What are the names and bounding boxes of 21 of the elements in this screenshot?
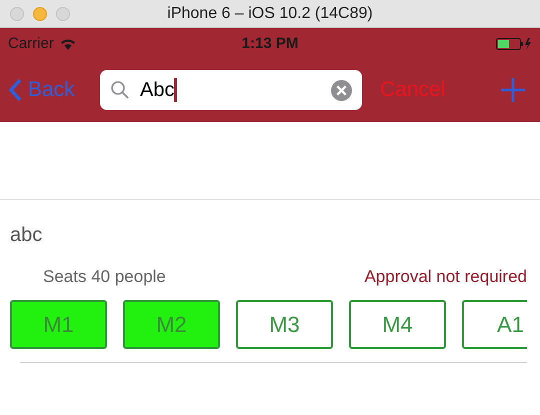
add-icon[interactable] bbox=[500, 77, 526, 103]
zoom-icon[interactable] bbox=[56, 6, 70, 20]
minimize-icon[interactable] bbox=[33, 6, 47, 20]
time-slot-button[interactable]: A1 bbox=[462, 300, 527, 348]
chevron-left-icon bbox=[8, 78, 22, 102]
status-time: 1:13 PM bbox=[242, 34, 298, 54]
time-slot-button[interactable]: M1 bbox=[10, 300, 107, 348]
battery-icon bbox=[496, 37, 532, 51]
search-field[interactable]: Abc bbox=[100, 70, 362, 110]
clear-icon[interactable] bbox=[331, 80, 352, 100]
time-slot-button[interactable]: M2 bbox=[123, 300, 220, 348]
time-slot-button[interactable]: M4 bbox=[349, 300, 446, 348]
capacity-label: Seats 40 people bbox=[43, 266, 166, 288]
search-icon bbox=[110, 80, 130, 100]
approval-status: Approval not required bbox=[364, 266, 527, 288]
carrier-label: Carrier bbox=[8, 34, 54, 54]
room-name: abc bbox=[9, 223, 44, 248]
close-icon[interactable] bbox=[10, 6, 24, 20]
time-slot-button[interactable]: M3 bbox=[236, 300, 333, 348]
window-title: iPhone 6 – iOS 10.2 (14C89) bbox=[167, 4, 373, 24]
wifi-icon bbox=[60, 38, 76, 50]
